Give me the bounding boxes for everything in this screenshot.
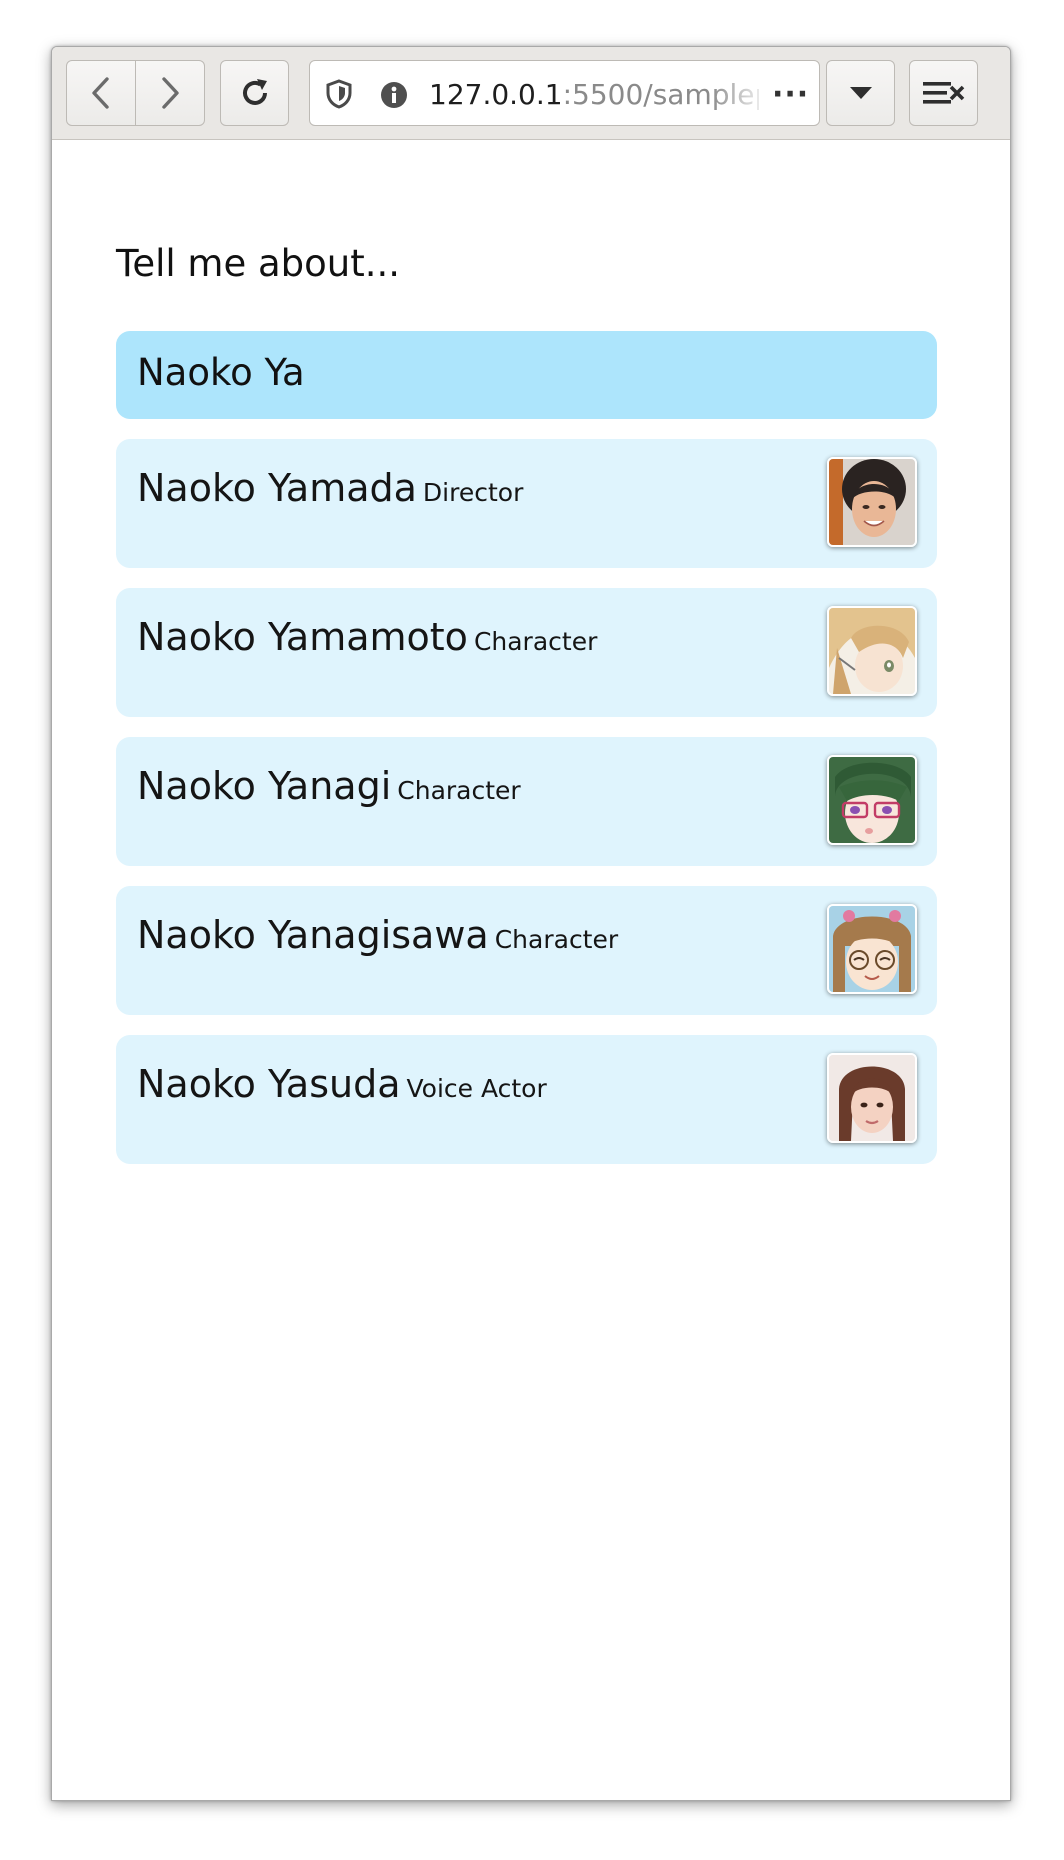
result-role: Character [473, 627, 598, 656]
search-input[interactable]: Naoko Ya [116, 331, 937, 419]
forward-button[interactable] [135, 61, 204, 125]
address-bar[interactable]: 127.0.0.1:5500/samplep ··· [309, 60, 820, 126]
result-item[interactable]: Naoko Yanagi Character [116, 737, 937, 866]
result-item[interactable]: Naoko Yasuda Voice Actor [116, 1035, 937, 1164]
result-name: Naoko Yamada [137, 466, 417, 510]
triangle-down-icon [849, 87, 872, 99]
result-role: Voice Actor [406, 1074, 547, 1103]
browser-window: 127.0.0.1:5500/samplep ··· Tell me about… [51, 46, 1011, 1801]
browser-toolbar: 127.0.0.1:5500/samplep ··· [52, 47, 1010, 140]
url-fade [710, 61, 770, 125]
reload-button[interactable] [220, 60, 289, 126]
avatar [827, 457, 917, 547]
url-host: 127.0.0.1 [429, 78, 563, 111]
menu-button[interactable] [909, 60, 978, 126]
avatar [827, 606, 917, 696]
result-role: Character [397, 776, 521, 805]
avatar [827, 904, 917, 994]
result-name: Naoko Yamamoto [137, 615, 468, 659]
result-name: Naoko Yanagi [137, 764, 392, 808]
chevron-right-icon [162, 77, 179, 109]
shield-icon[interactable] [326, 79, 352, 109]
back-button[interactable] [67, 61, 135, 125]
result-item[interactable]: Naoko Yamada Director [116, 439, 937, 568]
info-icon[interactable] [380, 81, 408, 109]
result-role: Director [422, 478, 524, 507]
nav-button-group [66, 60, 205, 126]
result-item[interactable]: Naoko Yamamoto Character [116, 588, 937, 717]
avatar [827, 755, 917, 845]
dropdown-button[interactable] [826, 60, 895, 126]
result-name: Naoko Yanagisawa [137, 913, 489, 957]
result-role: Character [494, 925, 619, 954]
reload-icon [242, 79, 267, 105]
page-prompt: Tell me about... [116, 242, 401, 285]
menu-close-icon [922, 82, 964, 104]
page-actions-button[interactable]: ··· [772, 77, 809, 112]
avatar [827, 1053, 917, 1143]
result-item[interactable]: Naoko Yanagisawa Character [116, 886, 937, 1015]
result-name: Naoko Yasuda [137, 1062, 401, 1106]
chevron-left-icon [92, 77, 109, 109]
